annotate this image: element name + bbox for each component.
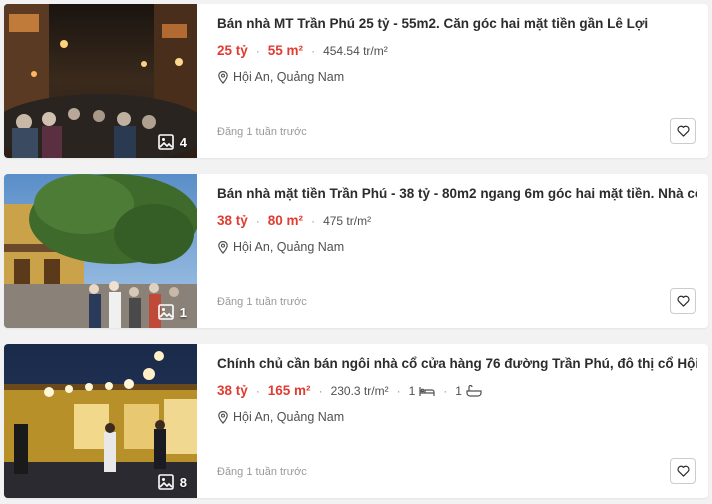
bath-icon	[466, 384, 482, 397]
meta-separator: ·	[255, 213, 260, 228]
bed-icon	[419, 386, 435, 396]
map-pin-icon	[218, 70, 228, 84]
listing-price-per-m2: 475 tr/m²	[323, 213, 372, 228]
photo-count: 8	[157, 474, 187, 490]
save-listing-button[interactable]	[670, 458, 696, 484]
posted-time: Đăng 1 tuần trước	[217, 466, 307, 478]
heart-icon	[676, 125, 690, 137]
listing-info: Bán nhà MT Trần Phú 25 tỷ - 55m2. Căn gó…	[217, 4, 708, 158]
photo-count-value: 1	[179, 304, 187, 320]
bathroom-count-value: 1	[455, 383, 462, 398]
meta-separator: ·	[396, 383, 401, 398]
meta-separator: ·	[311, 213, 316, 228]
image-icon	[157, 304, 174, 320]
photo-count-value: 8	[179, 474, 187, 490]
meta-separator: ·	[255, 43, 260, 58]
listing-price: 38 tỷ	[217, 213, 248, 228]
image-icon	[157, 134, 174, 150]
listing-meta: 38 tỷ · 165 m² · 230.3 tr/m² · 1 · 1	[217, 383, 482, 398]
photo-count-value: 4	[179, 134, 187, 150]
map-pin-icon	[218, 240, 228, 254]
location-text: Hội An, Quảng Nam	[233, 70, 345, 84]
bathroom-count: 1	[455, 384, 482, 398]
image-icon	[157, 474, 174, 490]
heart-icon	[676, 295, 690, 307]
listing-location: Hội An, Quảng Nam	[217, 410, 344, 424]
meta-separator: ·	[318, 383, 323, 398]
listing-card[interactable]: 1 Bán nhà mặt tiền Trần Phú - 38 tỷ - 80…	[4, 174, 708, 328]
listing-card[interactable]: 8 Chính chủ cần bán ngôi nhà cổ cửa hàng…	[4, 344, 708, 498]
map-pin-icon	[218, 410, 228, 424]
listing-list: 4 Bán nhà MT Trần Phú 25 tỷ - 55m2. Căn …	[0, 0, 712, 504]
listing-thumbnail[interactable]: 8	[4, 344, 197, 498]
photo-count: 4	[157, 134, 187, 150]
listing-title[interactable]: Bán nhà mặt tiền Trần Phú - 38 tỷ - 80m2…	[217, 186, 697, 201]
heart-icon	[676, 465, 690, 477]
listing-location: Hội An, Quảng Nam	[217, 240, 344, 254]
posted-time: Đăng 1 tuần trước	[217, 296, 307, 308]
save-listing-button[interactable]	[670, 288, 696, 314]
posted-time: Đăng 1 tuần trước	[217, 126, 307, 138]
listing-meta: 25 tỷ · 55 m² · 454.54 tr/m²	[217, 43, 388, 58]
save-listing-button[interactable]	[670, 118, 696, 144]
listing-price: 25 tỷ	[217, 43, 248, 58]
location-text: Hội An, Quảng Nam	[233, 410, 345, 424]
listing-area: 55 m²	[267, 43, 304, 58]
listing-info: Bán nhà mặt tiền Trần Phú - 38 tỷ - 80m2…	[217, 174, 708, 328]
listing-price: 38 tỷ	[217, 383, 248, 398]
listing-title[interactable]: Chính chủ cần bán ngôi nhà cổ cửa hàng 7…	[217, 356, 697, 371]
listing-area: 165 m²	[267, 383, 311, 398]
meta-separator: ·	[255, 383, 260, 398]
listing-title[interactable]: Bán nhà MT Trần Phú 25 tỷ - 55m2. Căn gó…	[217, 16, 697, 31]
listing-thumbnail[interactable]: 4	[4, 4, 197, 158]
bedroom-count-value: 1	[408, 383, 416, 398]
listing-price-per-m2: 454.54 tr/m²	[323, 43, 388, 58]
meta-separator: ·	[443, 383, 448, 398]
meta-separator: ·	[311, 43, 316, 58]
listing-location: Hội An, Quảng Nam	[217, 70, 344, 84]
listing-thumbnail[interactable]: 1	[4, 174, 197, 328]
listing-meta: 38 tỷ · 80 m² · 475 tr/m²	[217, 213, 371, 228]
listing-area: 80 m²	[267, 213, 304, 228]
listing-card[interactable]: 4 Bán nhà MT Trần Phú 25 tỷ - 55m2. Căn …	[4, 4, 708, 158]
bedroom-count: 1	[409, 384, 436, 398]
location-text: Hội An, Quảng Nam	[233, 240, 345, 254]
listing-price-per-m2: 230.3 tr/m²	[330, 383, 389, 398]
listing-info: Chính chủ cần bán ngôi nhà cổ cửa hàng 7…	[217, 344, 708, 498]
photo-count: 1	[157, 304, 187, 320]
